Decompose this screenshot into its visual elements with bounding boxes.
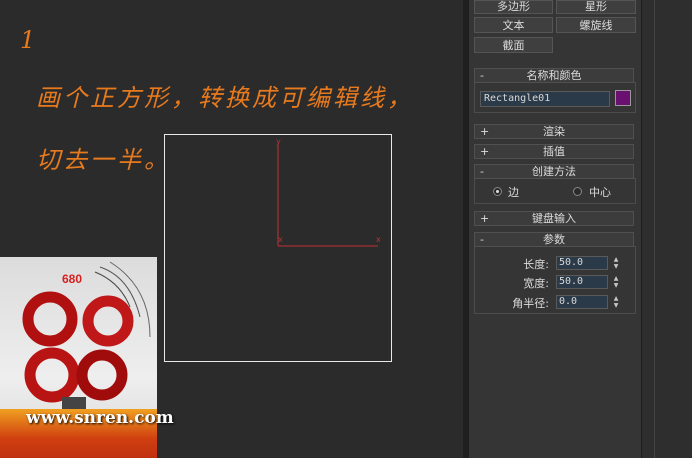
panel-scroll-area[interactable] xyxy=(641,0,692,458)
expand-icon: + xyxy=(480,125,490,138)
helix-button[interactable]: 螺旋线 xyxy=(556,17,636,33)
instruction-line-2: 切去一半。 xyxy=(36,146,171,174)
step-number: 1 xyxy=(20,26,36,54)
text-button[interactable]: 文本 xyxy=(474,17,553,33)
polygon-button[interactable]: 多边形 xyxy=(474,0,553,14)
radio-center-label: 中心 xyxy=(589,186,611,199)
expand-icon: + xyxy=(480,145,490,158)
radio-center[interactable] xyxy=(573,187,582,196)
section-button[interactable]: 截面 xyxy=(474,37,553,53)
object-name-field[interactable]: Rectangle01 xyxy=(480,91,610,107)
rollout-rendering-label: 渲染 xyxy=(543,125,565,138)
viewport[interactable]: 1 画个正方形，转换成可编辑线， 切去一半。 y x x 680 www.snr… xyxy=(0,0,463,458)
rollout-parameters[interactable]: - 参数 xyxy=(474,232,634,247)
rollout-name-color[interactable]: - 名称和颜色 xyxy=(474,68,634,83)
rollout-rendering[interactable]: + 渲染 xyxy=(474,124,634,139)
width-spinner-icon[interactable]: ▲ ▼ xyxy=(611,275,621,289)
collapse-icon: - xyxy=(480,233,484,246)
collapse-icon: - xyxy=(480,69,484,82)
corner-radius-field[interactable]: 0.0 xyxy=(556,295,608,309)
photo-number-label: 680 xyxy=(62,272,83,286)
length-spinner-icon[interactable]: ▲ ▼ xyxy=(611,256,621,270)
rollout-creation-method-label: 创建方法 xyxy=(532,165,576,178)
object-color-swatch[interactable] xyxy=(615,90,631,106)
width-field[interactable]: 50.0 xyxy=(556,275,608,289)
rollout-interpolation[interactable]: + 插值 xyxy=(474,144,634,159)
corner-radius-spinner-icon[interactable]: ▲ ▼ xyxy=(611,295,621,309)
panel-divider-line xyxy=(654,0,655,458)
corner-radius-label: 角半径: xyxy=(512,297,549,310)
rollout-name-color-label: 名称和颜色 xyxy=(526,69,582,82)
collapse-icon: - xyxy=(480,165,484,178)
width-label: 宽度: xyxy=(523,277,549,290)
rollout-keyboard-entry-label: 键盘输入 xyxy=(532,212,576,225)
radio-edge[interactable] xyxy=(493,187,502,196)
instruction-line-1: 画个正方形，转换成可编辑线， xyxy=(36,84,414,112)
axis-x-label-origin: x xyxy=(278,235,283,244)
rollout-keyboard-entry[interactable]: + 键盘输入 xyxy=(474,211,634,226)
rollout-creation-method[interactable]: - 创建方法 xyxy=(474,164,634,179)
expand-icon: + xyxy=(480,212,490,225)
axis-gizmo: y x x xyxy=(276,137,381,247)
radio-edge-label: 边 xyxy=(508,186,519,199)
axis-x-label-end: x xyxy=(376,235,381,244)
length-label: 长度: xyxy=(523,258,549,271)
length-field[interactable]: 50.0 xyxy=(556,256,608,270)
rollout-parameters-label: 参数 xyxy=(543,233,565,246)
watermark: www.snren.com xyxy=(26,408,174,428)
rollout-interpolation-label: 插值 xyxy=(543,145,565,158)
axis-y-label: y xyxy=(276,137,281,146)
star-button[interactable]: 星形 xyxy=(556,0,636,14)
